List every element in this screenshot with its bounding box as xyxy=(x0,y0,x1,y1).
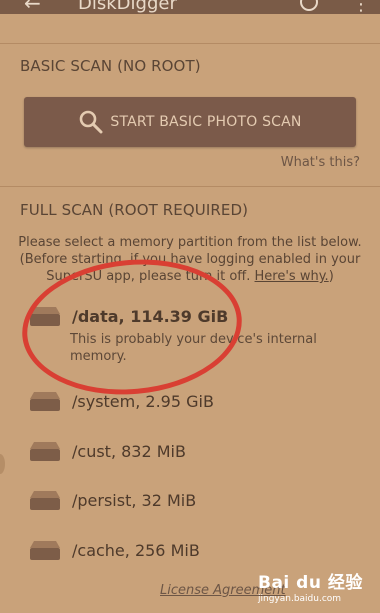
watermark-url: jingyan.baidu.com xyxy=(258,594,342,604)
app-bar: ← DiskDigger ⋮ xyxy=(0,0,380,14)
desc-line-3-end: ) xyxy=(328,269,334,284)
partition-item-persist[interactable]: /persist, 32 MiB xyxy=(28,489,196,511)
partition-item-cust[interactable]: /cust, 832 MiB xyxy=(28,440,186,462)
full-scan-heading: FULL SCAN (ROOT REQUIRED) xyxy=(20,201,249,219)
partition-item-cache[interactable]: /cache, 256 MiB xyxy=(28,539,200,561)
desc-line-1: Please select a memory partition from th… xyxy=(18,235,362,250)
overflow-menu-icon[interactable]: ⋮ xyxy=(352,0,370,14)
edge-handle[interactable] xyxy=(0,454,5,474)
partition-name: /system, 2.95 GiB xyxy=(72,391,214,411)
back-arrow-icon[interactable]: ← xyxy=(24,0,41,14)
start-basic-photo-scan-label: START BASIC PHOTO SCAN xyxy=(110,114,302,130)
heres-why-link[interactable]: Here's why. xyxy=(255,269,329,284)
whats-this-link[interactable]: What's this? xyxy=(281,155,360,170)
drive-icon xyxy=(30,392,60,411)
partition-name: /persist, 32 MiB xyxy=(72,490,197,510)
help-icon[interactable] xyxy=(300,0,318,11)
basic-scan-heading: BASIC SCAN (NO ROOT) xyxy=(20,57,201,75)
partition-name: /cache, 256 MiB xyxy=(72,540,200,560)
divider xyxy=(0,43,380,44)
start-basic-photo-scan-button[interactable]: START BASIC PHOTO SCAN xyxy=(24,97,356,147)
search-icon xyxy=(80,110,103,134)
drive-icon xyxy=(30,442,60,461)
partition-name: /cust, 832 MiB xyxy=(72,441,186,461)
drive-icon xyxy=(30,541,60,560)
baidu-watermark: Bai du 经验 jingyan.baidu.com xyxy=(258,568,370,606)
watermark-brand: Bai du 经验 xyxy=(258,573,363,593)
drive-icon xyxy=(30,491,60,510)
divider xyxy=(0,186,380,187)
desc-line-2: (Before starting, if you have logging en… xyxy=(19,252,361,267)
app-title: DiskDigger xyxy=(78,0,177,14)
